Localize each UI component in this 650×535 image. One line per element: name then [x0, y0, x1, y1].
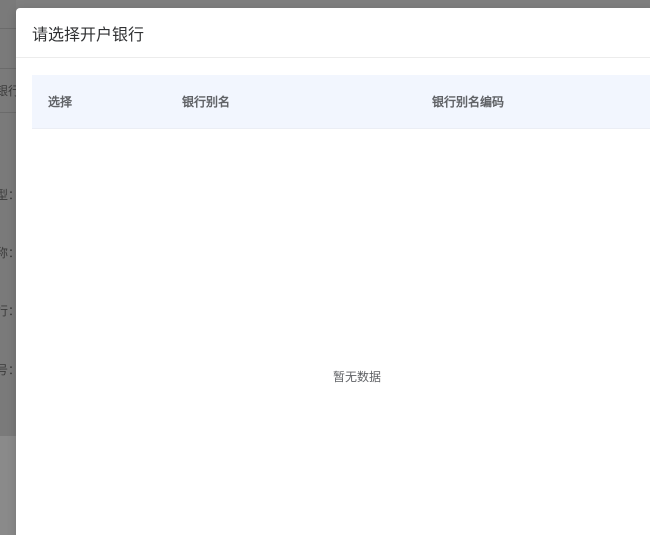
- column-header-bank-alias-code: 银行别名编码: [432, 95, 505, 109]
- background-divider: [0, 28, 16, 29]
- column-header-bank-alias: 银行别名: [182, 95, 231, 109]
- background-divider: [0, 112, 16, 113]
- select-bank-dialog: 请选择开户银行 选择 银行别名 银行别名编码 暂无数据: [16, 8, 650, 535]
- background-footer: [0, 436, 16, 535]
- background-divider: [0, 68, 16, 69]
- column-header-select: 选择: [48, 95, 73, 109]
- bank-table: 选择 银行别名 银行别名编码: [32, 75, 650, 129]
- empty-state-text: 暂无数据: [332, 370, 381, 384]
- dialog-title: 请选择开户银行: [32, 24, 145, 44]
- dialog-header: 请选择开户银行: [16, 8, 650, 58]
- page: 银行 型： 称： 行： 号： 请选择开户银行 选择 银行别名 银行别名编码 暂无…: [0, 0, 650, 535]
- table-header-row: 选择 银行别名 银行别名编码: [32, 75, 650, 129]
